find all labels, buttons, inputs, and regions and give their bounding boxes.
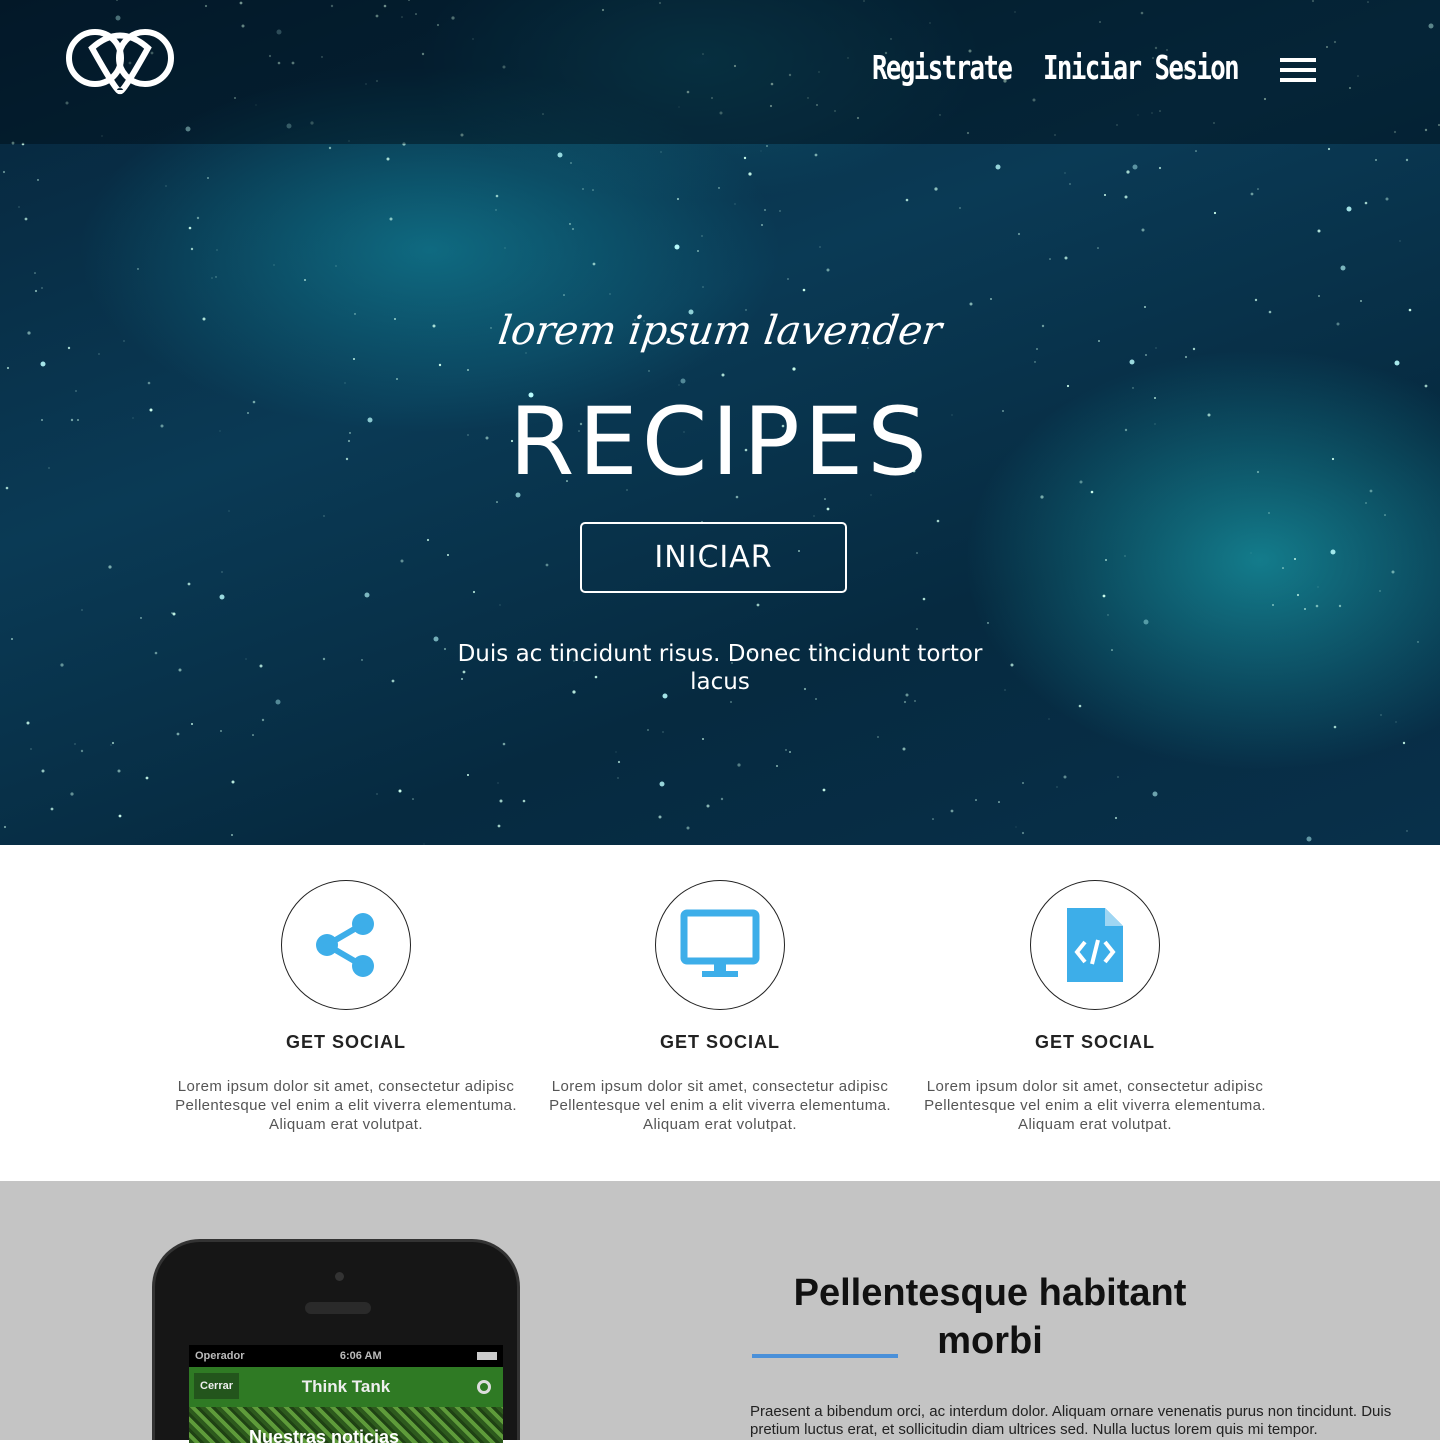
feature-title: GET SOCIAL xyxy=(659,1032,780,1052)
feature-title: GET SOCIAL xyxy=(285,1032,406,1052)
feature-title: GET SOCIAL xyxy=(1034,1032,1155,1052)
feature-card: GET SOCIAL Lorem ipsum dolor sit amet, c… xyxy=(905,880,1285,1134)
hero-subtitle: Duis ac tincidunt risus. Donec tincidunt… xyxy=(457,641,983,695)
feature-text: Lorem ipsum dolor sit amet, consectetur … xyxy=(924,1078,1266,1133)
hero-title: RECIPES xyxy=(509,388,931,497)
register-link[interactable]: Registrate xyxy=(872,48,1013,87)
login-link[interactable]: Iniciar Sesion xyxy=(1043,48,1240,87)
feature-card: GET SOCIAL Lorem ipsum dolor sit amet, c… xyxy=(530,880,910,1134)
app-section: Operador 6:06 AM Cerrar Think Tank Nuest… xyxy=(0,1181,1440,1443)
section-title: Pellentesque habitant morbi xyxy=(793,1272,1187,1362)
news-item[interactable]: Nuestras noticias xyxy=(199,1427,399,1443)
logo-icon[interactable] xyxy=(62,28,178,96)
accent-divider xyxy=(752,1354,898,1358)
hamburger-menu-icon[interactable] xyxy=(1280,58,1316,88)
hero-section: Registrate Iniciar Sesion lorem ipsum la… xyxy=(0,0,1440,845)
close-button[interactable]: Cerrar xyxy=(194,1373,240,1399)
feature-text: Lorem ipsum dolor sit amet, consectetur … xyxy=(549,1078,891,1133)
monitor-icon xyxy=(655,880,785,1010)
section-text: Praesent a bibendum orci, ac interdum do… xyxy=(750,1403,1392,1438)
feature-card: GET SOCIAL Lorem ipsum dolor sit amet, c… xyxy=(156,880,536,1134)
share-icon xyxy=(281,880,411,1010)
top-navbar: Registrate Iniciar Sesion xyxy=(0,0,1440,144)
phone-mockup: Operador 6:06 AM Cerrar Think Tank Nuest… xyxy=(152,1239,520,1443)
clock-label: 6:06 AM xyxy=(339,1350,382,1362)
code-file-icon xyxy=(1030,880,1160,1010)
feature-text: Lorem ipsum dolor sit amet, consectetur … xyxy=(175,1078,517,1133)
hero-script-text: lorem ipsum lavender xyxy=(495,308,945,354)
app-title: Think Tank xyxy=(301,1377,391,1396)
start-button[interactable]: INICIAR xyxy=(580,522,847,593)
refresh-icon[interactable] xyxy=(477,1380,491,1394)
carrier-label: Operador xyxy=(195,1350,245,1362)
battery-icon xyxy=(476,1352,497,1360)
